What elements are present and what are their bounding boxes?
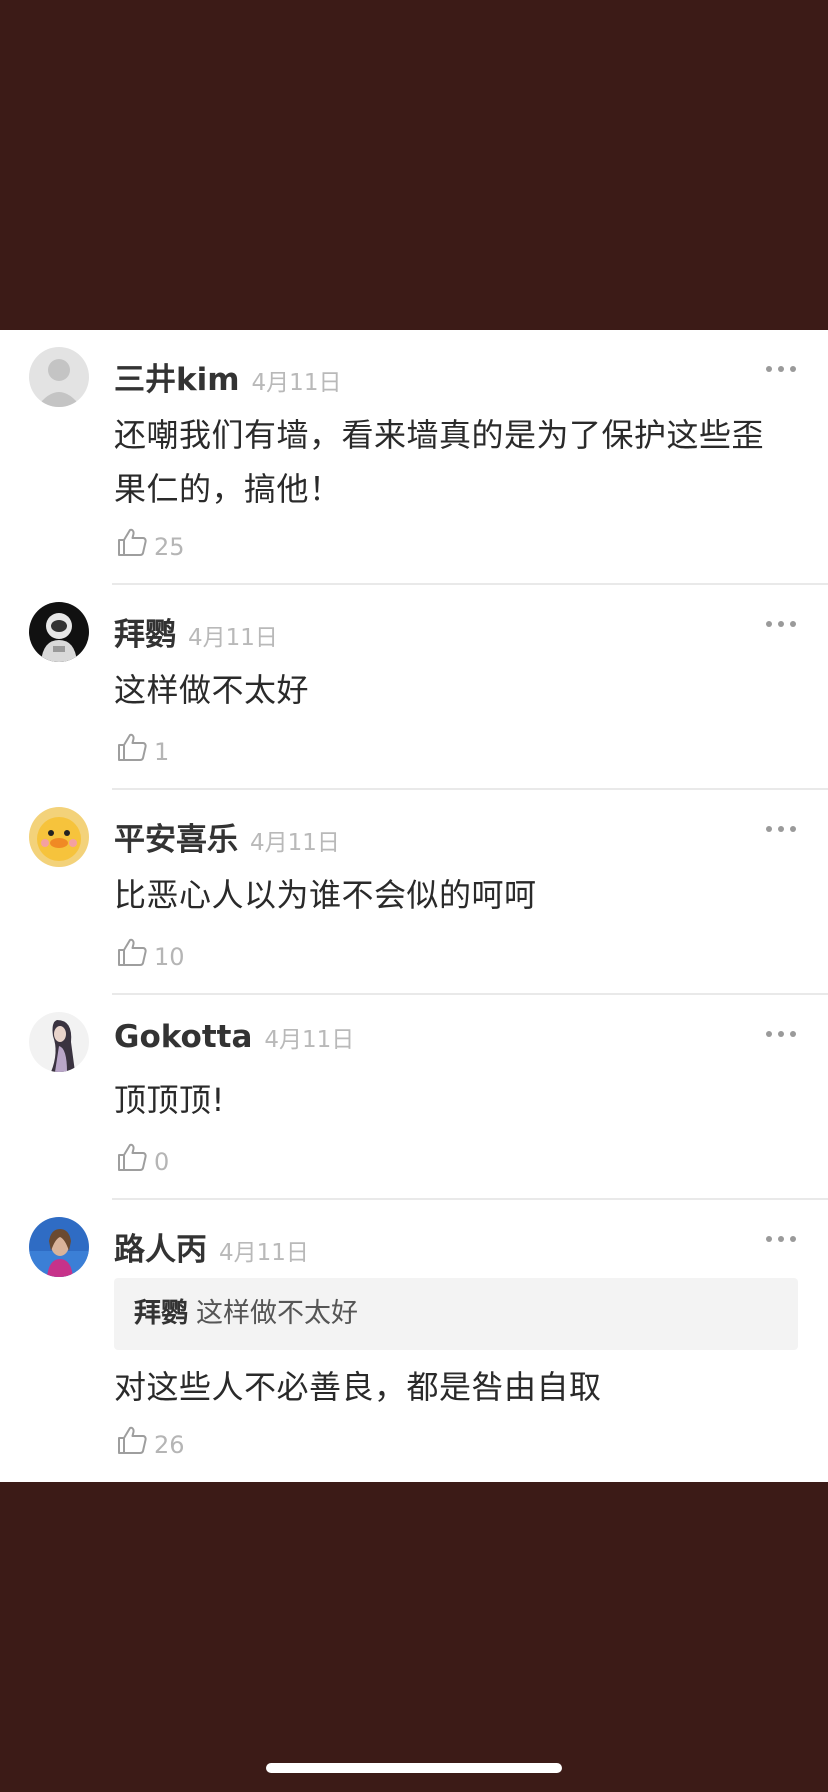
comment-date: 4月11日 — [219, 1240, 309, 1266]
author-name: 拜鹦 — [114, 617, 176, 653]
like-button[interactable]: 1 — [116, 731, 170, 766]
avatar[interactable] — [29, 807, 89, 867]
comment-item: 三井kim 4月11日 还嘲我们有墙，看来墙真的是为了保护这些歪果仁的，搞他！ 2… — [0, 330, 828, 585]
comment-text: 对这些人不必善良，都是咎由自取 — [114, 1368, 602, 1406]
comment-date: 4月11日 — [250, 830, 340, 856]
thumbs-up-outline-icon — [118, 938, 147, 966]
like-count: 25 — [154, 533, 185, 561]
author-name: 平安喜乐 — [114, 822, 238, 858]
comment-author[interactable]: 路人丙 4月11日 — [114, 1224, 309, 1269]
comment-author[interactable]: Gokotta 4月11日 — [114, 1019, 354, 1055]
quoted-text: 这样做不太好 — [196, 1298, 358, 1329]
comment-item: 拜鹦 4月11日 这样做不太好 1 — [0, 585, 828, 790]
quoted-author: 拜鹦 — [134, 1298, 188, 1329]
more-dots-icon[interactable] — [766, 824, 796, 834]
comment-author[interactable]: 三井kim 4月11日 — [114, 354, 341, 399]
comment-text: 还嘲我们有墙，看来墙真的是为了保护这些歪果仁的，搞他！ — [114, 416, 765, 508]
more-dots-icon[interactable] — [766, 619, 796, 629]
avatar[interactable] — [29, 347, 89, 407]
more-dots-icon[interactable] — [766, 1029, 796, 1039]
comment-item: 路人丙 4月11日 拜鹦 这样做不太好 对这些人不必善良，都是咎由自取 26 — [0, 1200, 828, 1482]
thumbs-up-outline-icon — [118, 528, 147, 556]
portrait-avatar-icon — [29, 1012, 89, 1072]
like-count: 1 — [154, 738, 170, 766]
thumbs-up-outline-icon — [118, 1143, 147, 1171]
default-avatar-icon — [29, 347, 89, 407]
like-button[interactable]: 26 — [116, 1424, 185, 1459]
author-name: Gokotta — [114, 1019, 253, 1055]
astronaut-avatar-icon — [29, 602, 89, 662]
like-count: 10 — [154, 943, 185, 971]
comment-item: 平安喜乐 4月11日 比恶心人以为谁不会似的呵呵 10 — [0, 790, 828, 995]
comment-text: 比恶心人以为谁不会似的呵呵 — [114, 876, 537, 914]
comment-text: 顶顶顶! — [114, 1081, 225, 1119]
comment-date: 4月11日 — [251, 370, 342, 396]
like-count: 0 — [154, 1148, 170, 1176]
thumbs-up-outline-icon — [118, 1426, 147, 1454]
avatar[interactable] — [29, 1012, 89, 1072]
like-button[interactable]: 25 — [116, 526, 185, 561]
more-dots-icon[interactable] — [766, 1234, 796, 1244]
comment-author[interactable]: 拜鹦 4月11日 — [114, 609, 278, 654]
comment-date: 4月11日 — [264, 1027, 355, 1053]
avatar[interactable] — [29, 602, 89, 662]
comment-author[interactable]: 平安喜乐 4月11日 — [114, 814, 340, 859]
comment-list: 三井kim 4月11日 还嘲我们有墙，看来墙真的是为了保护这些歪果仁的，搞他！ 2… — [0, 330, 828, 1482]
home-indicator[interactable] — [266, 1763, 562, 1773]
avatar[interactable] — [29, 1217, 89, 1277]
author-name: 三井kim — [114, 362, 240, 398]
comment-text: 这样做不太好 — [114, 671, 310, 709]
more-dots-icon[interactable] — [766, 364, 796, 374]
like-count: 26 — [154, 1431, 185, 1459]
author-name: 路人丙 — [114, 1232, 207, 1268]
thumbs-up-outline-icon — [118, 733, 147, 761]
photo-avatar-icon — [29, 1217, 89, 1277]
duck-avatar-icon — [29, 807, 89, 867]
comment-date: 4月11日 — [188, 625, 278, 651]
like-button[interactable]: 0 — [116, 1141, 170, 1176]
comment-item: Gokotta 4月11日 顶顶顶! 0 — [0, 995, 828, 1200]
quoted-reply[interactable]: 拜鹦 这样做不太好 — [114, 1278, 798, 1350]
like-button[interactable]: 10 — [116, 936, 185, 971]
